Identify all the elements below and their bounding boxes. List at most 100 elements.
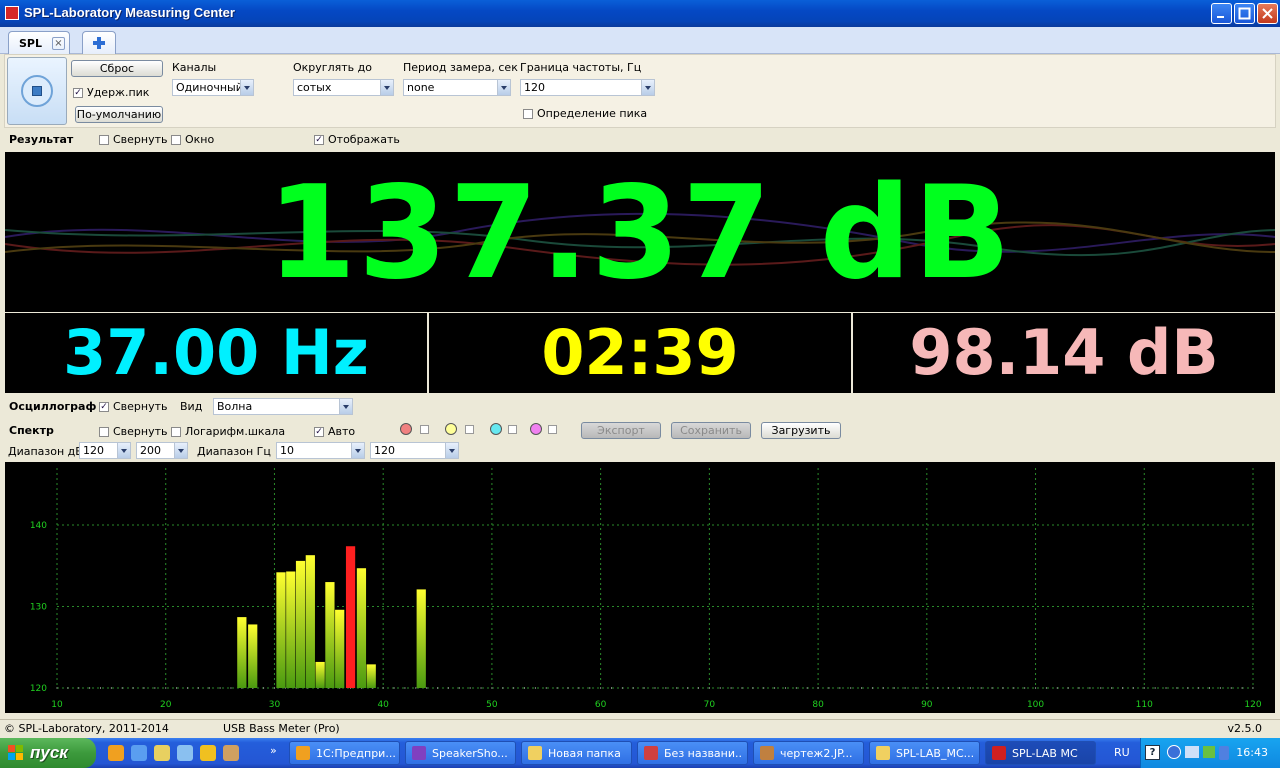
channel-checkbox-4[interactable] <box>548 425 557 434</box>
add-tab-button[interactable] <box>82 31 116 54</box>
channel-color-swatch-3[interactable] <box>490 423 502 435</box>
oscillograph-collapse-checkbox[interactable]: ✓ Свернуть <box>99 400 168 413</box>
x-tick-label: 90 <box>921 700 933 710</box>
language-indicator[interactable]: RU <box>1114 746 1130 759</box>
help-icon[interactable]: ? <box>1145 745 1160 760</box>
channel-checkbox-2[interactable] <box>465 425 474 434</box>
maximize-icon <box>1238 7 1251 20</box>
peak-detect-checkbox[interactable]: Определение пика <box>523 107 647 120</box>
round-select[interactable]: сотых <box>293 79 394 96</box>
task-button[interactable]: Без названи... <box>637 741 748 765</box>
task-button[interactable]: SpeakerSho... <box>405 741 516 765</box>
load-button[interactable]: Загрузить <box>761 422 841 439</box>
start-button[interactable]: пуск <box>0 738 96 768</box>
quicklaunch-icon[interactable] <box>131 745 147 761</box>
start-label: пуск <box>30 743 68 762</box>
tab-close-icon[interactable]: × <box>52 37 65 50</box>
network-icon[interactable] <box>1185 746 1199 758</box>
spectrum-collapse-checkbox[interactable]: Свернуть <box>99 425 168 438</box>
channels-select[interactable]: Одиночный <box>172 79 254 96</box>
spectrum-bar <box>305 555 315 688</box>
result-display-checkbox[interactable]: ✓ Отображать <box>314 133 400 146</box>
status-bar: © SPL-Laboratory, 2011-2014 USB Bass Met… <box>0 719 1280 737</box>
spectrum-bar <box>325 582 335 688</box>
app-window: SPL-Laboratory Measuring Center SPL × Сб… <box>0 0 1280 768</box>
spectrum-bar <box>286 571 296 688</box>
tab-spl[interactable]: SPL × <box>8 31 70 54</box>
hz-max-select[interactable]: 120 <box>370 442 459 459</box>
settings-panel: Сброс ✓ Удерж.пик По-умолчанию Каналы Од… <box>4 54 1276 128</box>
auto-checkbox[interactable]: ✓ Авто <box>314 425 355 438</box>
hz-min-select[interactable]: 10 <box>276 442 365 459</box>
export-button[interactable]: Экспорт <box>581 422 661 439</box>
maximize-button[interactable] <box>1234 3 1255 24</box>
checkbox-box: ✓ <box>73 87 83 98</box>
view-select[interactable]: Волна <box>213 398 353 415</box>
frequency-readout: 37.00 Hz <box>5 313 427 393</box>
task-button[interactable]: SPL-LAB_MC... <box>869 741 980 765</box>
task-label: SPL-LAB_MC... <box>896 747 975 760</box>
task-button[interactable]: Новая папка <box>521 741 632 765</box>
quicklaunch-icon[interactable] <box>154 745 170 761</box>
system-tray: ? 16:43 <box>1140 738 1280 768</box>
log-scale-checkbox[interactable]: Логарифм.шкала <box>171 425 285 438</box>
spectrum-controls: Спектр Свернуть Логарифм.шкала ✓ Авто Эк… <box>4 419 1276 461</box>
plus-icon <box>93 37 105 49</box>
chevron-left-icon[interactable] <box>1167 745 1181 759</box>
task-button-active[interactable]: SPL-LAB MC <box>985 741 1096 765</box>
result-window-checkbox[interactable]: Окно <box>171 133 214 146</box>
reset-button[interactable]: Сброс <box>71 60 163 77</box>
db-range-label: Диапазон дБ <box>8 445 83 458</box>
download-icon[interactable] <box>1203 746 1215 758</box>
task-button[interactable]: 1С:Предпри... <box>289 741 400 765</box>
oscillograph-collapse-label: Свернуть <box>113 400 168 413</box>
x-tick-label: 100 <box>1027 700 1044 710</box>
quicklaunch-icon[interactable] <box>223 745 239 761</box>
chevron-right-icon[interactable]: » <box>270 744 277 757</box>
save-button[interactable]: Сохранить <box>671 422 751 439</box>
db-min-select[interactable]: 120 <box>79 442 131 459</box>
task-icon <box>992 746 1006 760</box>
channel-checkbox-1[interactable] <box>420 425 429 434</box>
result-header: Результат Свернуть Окно ✓ Отображать <box>4 128 1276 151</box>
period-select[interactable]: none <box>403 79 511 96</box>
quicklaunch-icon[interactable] <box>177 745 193 761</box>
minimize-button[interactable] <box>1211 3 1232 24</box>
result-collapse-checkbox[interactable]: Свернуть <box>99 133 168 146</box>
tab-spl-label: SPL <box>19 37 42 50</box>
clock: 16:43 <box>1236 746 1268 759</box>
spectrum-chart: 10 20 30 40 50 60 70 80 90 100 110 120 120 130 140 <box>5 462 1275 713</box>
quicklaunch-icon[interactable] <box>108 745 124 761</box>
checkbox-box <box>99 426 109 437</box>
task-label: Без названи... <box>664 747 743 760</box>
result-display-label: Отображать <box>328 133 400 146</box>
checkbox-box <box>99 134 109 145</box>
checkbox-box <box>171 426 181 437</box>
channels-value: Одиночный <box>176 81 243 94</box>
secondary-level-readout: 98.14 dB <box>853 313 1275 393</box>
task-icon <box>760 746 774 760</box>
close-button[interactable] <box>1257 3 1278 24</box>
y-tick-label: 130 <box>30 603 47 613</box>
period-label: Период замера, сек <box>403 61 518 74</box>
task-button[interactable]: чертеж2.JP... <box>753 741 864 765</box>
channel-color-swatch-4[interactable] <box>530 423 542 435</box>
x-tick-label: 80 <box>812 700 824 710</box>
spectrum-bar <box>295 560 306 688</box>
chevron-down-icon <box>339 399 352 414</box>
chevron-down-icon <box>117 443 130 458</box>
quicklaunch-icon[interactable] <box>200 745 216 761</box>
log-scale-label: Логарифм.шкала <box>185 425 286 438</box>
channel-color-swatch-2[interactable] <box>445 423 457 435</box>
hold-peak-checkbox[interactable]: ✓ Удерж.пик <box>73 86 149 99</box>
freq-limit-select[interactable]: 120 <box>520 79 655 96</box>
secondary-readouts: 37.00 Hz 02:39 98.14 dB <box>5 313 1275 393</box>
stop-button[interactable] <box>7 57 67 125</box>
view-label: Вид <box>180 400 203 413</box>
usb-icon[interactable] <box>1219 746 1229 760</box>
hz-range-label: Диапазон Гц <box>197 445 271 458</box>
defaults-button[interactable]: По-умолчанию <box>75 106 163 123</box>
channel-checkbox-3[interactable] <box>508 425 517 434</box>
channel-color-swatch-1[interactable] <box>400 423 412 435</box>
db-max-select[interactable]: 200 <box>136 442 188 459</box>
